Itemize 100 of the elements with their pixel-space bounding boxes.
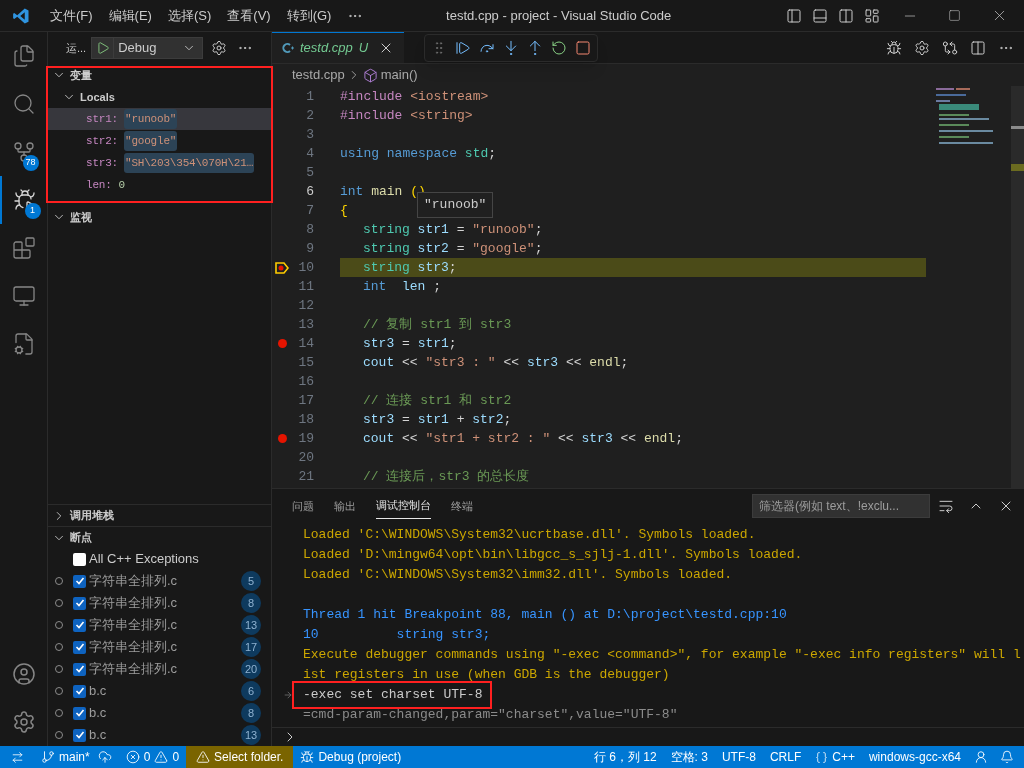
gear-icon[interactable] [914, 39, 930, 56]
warning-count[interactable]: 0 [172, 748, 180, 766]
warning-icon [154, 750, 169, 764]
gear-icon[interactable] [211, 40, 228, 56]
panel-bottom-icon[interactable] [812, 7, 828, 24]
breakpoint-row[interactable]: 字符串全排列.c 5 [48, 570, 271, 592]
menu-item[interactable]: 选择(S) [159, 5, 220, 26]
indentation-status[interactable]: 空格: 3 [663, 746, 715, 768]
code-line: string str1 = "runoob"; [362, 220, 543, 239]
line-number: 7 [305, 201, 314, 220]
code-line: str3 = str1 + str2; [362, 410, 512, 429]
breakpoint-row[interactable]: b.c 13 [48, 724, 271, 746]
menu-item[interactable]: 转到(G) [278, 5, 340, 26]
tab-label: testd.cpp [300, 39, 353, 58]
configuration-status[interactable]: windows-gcc-x64 [861, 746, 968, 768]
code-line: // 连接后，str3 的总长度 [362, 467, 530, 486]
breakpoint-icon[interactable] [277, 339, 287, 348]
activity-item[interactable]: 78 [0, 128, 48, 176]
panel-tab[interactable]: 问题 [292, 493, 314, 519]
line-number: 20 [297, 448, 314, 467]
maximize-icon[interactable] [948, 9, 961, 22]
code-line: str3 = str1; [362, 334, 457, 353]
menu-item[interactable]: 编辑(E) [100, 5, 160, 26]
breakpoint-row[interactable]: 字符串全排列.c 17 [48, 636, 271, 658]
section-header[interactable]: 断点 [48, 526, 271, 548]
layout-icon[interactable] [864, 7, 880, 24]
section-header[interactable]: 变量 [48, 64, 271, 86]
stop-icon[interactable] [575, 40, 591, 56]
bell-icon[interactable] [1000, 750, 1014, 764]
variable-row[interactable]: len: 0 [48, 174, 271, 196]
settings-icon[interactable] [11, 710, 36, 734]
section-header[interactable]: 调用堆栈 [48, 504, 271, 526]
breakpoint-row[interactable]: 字符串全排列.c 8 [48, 592, 271, 614]
breakpoint-row[interactable]: b.c 6 [48, 680, 271, 702]
breakpoint-row[interactable]: b.c 8 [48, 702, 271, 724]
panel-tab[interactable]: 输出 [334, 493, 356, 519]
checkbox[interactable] [73, 640, 86, 654]
breadcrumb-item[interactable]: main() [380, 65, 418, 85]
checkbox[interactable] [73, 552, 86, 566]
variable-name: str3: [86, 155, 118, 171]
panel-left-icon[interactable] [786, 7, 802, 24]
checkbox[interactable] [73, 618, 86, 632]
menu-item[interactable]: 查看(V) [219, 5, 279, 26]
line-number: 16 [297, 372, 314, 391]
tree-item[interactable]: Locals [48, 86, 271, 108]
checkbox[interactable] [73, 684, 86, 698]
panel-tab[interactable]: 调试控制台 [376, 493, 431, 519]
debug-status[interactable]: Debug (project) [318, 748, 402, 766]
encoding-status[interactable]: UTF-8 [714, 746, 763, 768]
language-status[interactable]: C++ [832, 748, 855, 766]
menu-item[interactable]: 文件(F) [42, 5, 101, 26]
split-columns-icon[interactable] [838, 7, 854, 24]
line-number: 17 [297, 391, 314, 410]
untracked-status: U [358, 39, 369, 58]
eol-status[interactable]: CRLF [762, 746, 809, 768]
line-number: 13 [297, 315, 314, 334]
error-count[interactable]: 0 [143, 748, 151, 766]
variable-row[interactable]: str2: "google" [48, 130, 271, 152]
continue-icon[interactable] [455, 40, 471, 56]
variable-row[interactable]: str3: "SH\203\354\070H\21… [48, 152, 271, 174]
breakpoint-row[interactable]: 字符串全排列.c 20 [48, 658, 271, 680]
console-line: -exec set charset UTF-8 [303, 686, 483, 705]
cursor-position[interactable]: 行 6，列 12 [586, 746, 664, 768]
remote-icon[interactable] [10, 750, 24, 764]
step-out-icon[interactable] [527, 40, 543, 56]
breadcrumb-item[interactable]: testd.cpp [292, 65, 345, 85]
code-line: cout << "str1 + str2 : " << str3 << endl; [362, 429, 683, 448]
checkbox[interactable] [73, 706, 86, 720]
editor-tab[interactable]: testd.cpp U [272, 32, 405, 63]
branch-icon[interactable] [41, 750, 55, 764]
checkbox[interactable] [73, 728, 86, 742]
console-line: Execute debugger commands using "-exec <command>", for example "-exec info registers" will l [303, 646, 1021, 665]
cloud-upload-icon[interactable] [97, 750, 112, 764]
checkbox[interactable] [73, 596, 86, 610]
section-header[interactable]: 监视 [48, 206, 271, 228]
code-line: // 连接 str1 和 str2 [362, 391, 512, 410]
checkbox[interactable] [73, 662, 86, 676]
breakpoint-icon[interactable] [277, 434, 287, 443]
filter-field[interactable]: 筛选器(例如 text、!exclu... [752, 494, 930, 518]
step-into-icon[interactable] [503, 40, 519, 56]
code-line: #include <string> [340, 106, 473, 125]
code-line: // 复制 str1 到 str3 [362, 315, 512, 334]
feedback-icon[interactable] [974, 750, 988, 764]
line-badge: 20 [241, 659, 261, 679]
line-badge: 13 [241, 615, 261, 635]
debug-run-icon[interactable] [886, 39, 902, 56]
restart-icon[interactable] [551, 40, 567, 56]
line-number: 1 [305, 87, 314, 106]
word-wrap-icon[interactable] [938, 498, 954, 514]
compare-icon[interactable] [942, 39, 958, 56]
branch-status[interactable]: main* [59, 748, 90, 766]
file-name: 字符串全排列.c [89, 638, 179, 657]
account-icon[interactable] [11, 662, 36, 686]
split-editor-icon[interactable] [970, 39, 986, 56]
checkbox[interactable] [73, 574, 86, 588]
file-name: b.c [89, 704, 108, 723]
panel-tab[interactable]: 终端 [451, 493, 473, 519]
variable-row[interactable]: str1: "runoob" [48, 108, 271, 130]
scrollbar[interactable] [1011, 86, 1024, 488]
breakpoint-row[interactable]: 字符串全排列.c 13 [48, 614, 271, 636]
